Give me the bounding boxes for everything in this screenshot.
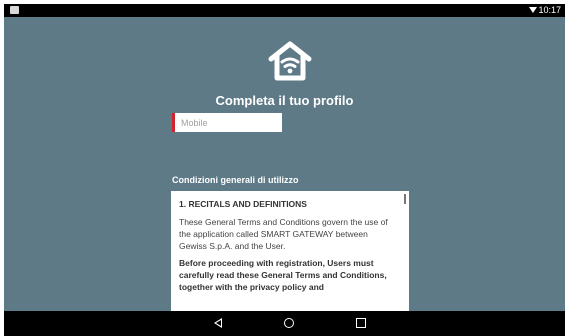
smart-home-wifi-icon [268, 41, 312, 81]
terms-bold-paragraph: Before proceeding with registration, Use… [179, 258, 387, 292]
page-title: Completa il tuo profilo [215, 93, 354, 108]
terms-heading: Condizioni generali di utilizzo [172, 175, 299, 185]
app-screen: 10:17 Completa il tuo profilo Condizioni… [4, 4, 565, 336]
notification-icon [10, 6, 19, 14]
navigation-bar [4, 311, 565, 336]
status-time: 10:17 [538, 5, 561, 15]
terms-section-title: 1. RECITALS AND DEFINITIONS [179, 199, 307, 209]
wifi-icon [529, 7, 537, 13]
terms-paragraph: These General Terms and Conditions gover… [179, 217, 388, 251]
recent-apps-icon[interactable] [356, 318, 366, 328]
terms-scroll-area[interactable]: 1. RECITALS AND DEFINITIONS These Genera… [171, 191, 409, 319]
back-icon[interactable] [214, 318, 222, 328]
mobile-field[interactable] [172, 113, 282, 132]
home-icon[interactable] [284, 318, 294, 328]
scrollbar[interactable] [404, 194, 406, 204]
status-bar: 10:17 [4, 4, 565, 17]
